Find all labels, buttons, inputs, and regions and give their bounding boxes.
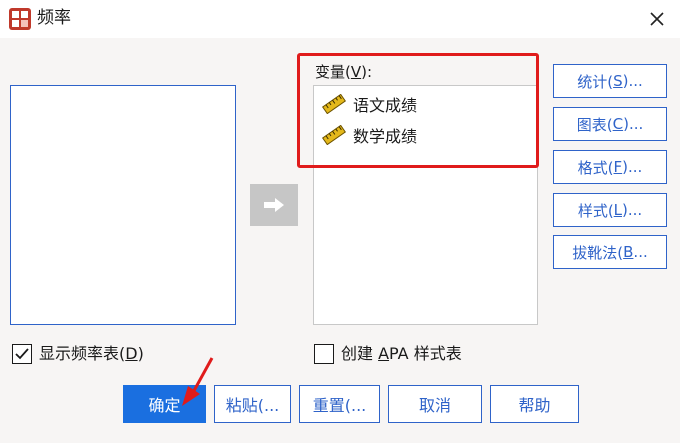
reset-button[interactable]: 重置(...: [299, 385, 380, 423]
bootstrap-button[interactable]: 拔靴法(B...: [553, 235, 667, 269]
variable-item-chinese[interactable]: 语文成绩: [322, 91, 417, 117]
cancel-button[interactable]: 取消: [388, 385, 482, 423]
variable-item-label: 语文成绩: [353, 96, 418, 115]
checkmark-icon: [15, 348, 29, 360]
paste-button[interactable]: 粘贴(...: [214, 385, 291, 423]
variable-item-label: 数学成绩: [353, 127, 418, 146]
ok-button[interactable]: 确定: [123, 385, 206, 423]
statistics-button[interactable]: 统计(S)...: [553, 64, 667, 98]
help-button[interactable]: 帮助: [490, 385, 579, 423]
arrow-right-icon: [264, 198, 284, 212]
show-frequency-table-label[interactable]: 显示频率表(D): [39, 344, 144, 364]
title-bar: 频率: [0, 0, 680, 38]
apa-style-checkbox[interactable]: [314, 344, 334, 364]
source-variable-list[interactable]: [10, 85, 236, 325]
style-button[interactable]: 样式(L)...: [553, 193, 667, 227]
variables-label: 变量(V):: [315, 63, 373, 81]
format-button[interactable]: 格式(F)...: [553, 150, 667, 184]
target-variable-list[interactable]: 语文成绩 数学成绩: [313, 85, 538, 325]
ruler-scale-icon: [322, 125, 346, 145]
dialog-body: 变量(V): 语文成绩 数学成绩 统计(S)... 图表(C)... 格…: [0, 38, 680, 443]
close-button[interactable]: [634, 0, 680, 38]
window-title: 频率: [37, 8, 71, 28]
move-variable-button[interactable]: [250, 184, 298, 226]
variable-item-math[interactable]: 数学成绩: [322, 122, 417, 148]
charts-button[interactable]: 图表(C)...: [553, 107, 667, 141]
show-frequency-table-checkbox[interactable]: [12, 344, 32, 364]
ruler-scale-icon: [322, 94, 346, 114]
close-icon: [650, 12, 664, 26]
apa-style-label[interactable]: 创建 APA 样式表: [341, 344, 462, 364]
spss-app-icon: [9, 8, 31, 30]
